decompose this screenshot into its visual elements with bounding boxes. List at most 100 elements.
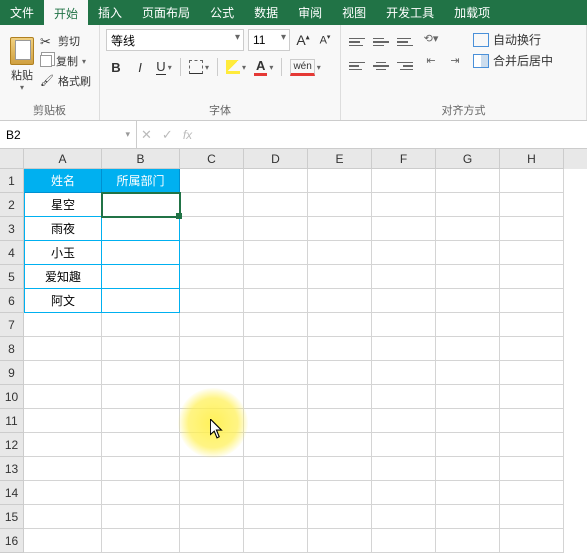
fx-button[interactable]: fx xyxy=(183,128,192,142)
cell[interactable] xyxy=(372,385,436,409)
cell[interactable] xyxy=(180,169,244,193)
tab-data[interactable]: 数据 xyxy=(244,0,288,25)
cell[interactable] xyxy=(436,409,500,433)
cell[interactable] xyxy=(372,313,436,337)
row-header[interactable]: 8 xyxy=(0,337,24,361)
cell[interactable] xyxy=(308,265,372,289)
cell[interactable] xyxy=(436,265,500,289)
cell[interactable] xyxy=(102,409,180,433)
align-right-button[interactable] xyxy=(395,57,415,75)
tab-review[interactable]: 审阅 xyxy=(288,0,332,25)
cell[interactable] xyxy=(436,241,500,265)
cell[interactable] xyxy=(372,217,436,241)
name-box[interactable]: B2 xyxy=(0,121,137,148)
cell[interactable]: 姓名 xyxy=(24,169,102,193)
cell[interactable] xyxy=(180,433,244,457)
cell[interactable] xyxy=(244,169,308,193)
cell[interactable] xyxy=(102,265,180,289)
phonetic-button[interactable]: wén▾ xyxy=(288,57,322,77)
cell[interactable] xyxy=(500,385,564,409)
cell[interactable] xyxy=(244,481,308,505)
formula-input[interactable] xyxy=(196,121,587,148)
cell[interactable]: 小玉 xyxy=(24,241,102,265)
cell[interactable] xyxy=(500,481,564,505)
font-name-select[interactable] xyxy=(106,29,244,51)
row-header[interactable]: 14 xyxy=(0,481,24,505)
cell[interactable] xyxy=(372,265,436,289)
cell[interactable]: 星空 xyxy=(24,193,102,217)
increase-indent-button[interactable]: ⇥ xyxy=(445,51,465,69)
cell[interactable] xyxy=(500,217,564,241)
cell[interactable] xyxy=(372,361,436,385)
cell[interactable] xyxy=(308,169,372,193)
cell[interactable] xyxy=(308,505,372,529)
cell[interactable] xyxy=(500,337,564,361)
cell[interactable] xyxy=(244,241,308,265)
cell[interactable] xyxy=(244,337,308,361)
fill-color-button[interactable]: ▾ xyxy=(224,57,248,77)
cell[interactable] xyxy=(102,385,180,409)
cancel-icon[interactable]: ✕ xyxy=(141,127,152,143)
cell[interactable] xyxy=(500,505,564,529)
cell[interactable] xyxy=(372,481,436,505)
col-header-G[interactable]: G xyxy=(436,149,500,169)
cell[interactable] xyxy=(436,385,500,409)
cell[interactable] xyxy=(180,289,244,313)
cell[interactable] xyxy=(244,193,308,217)
italic-button[interactable]: I xyxy=(130,57,150,77)
cell[interactable]: 阿文 xyxy=(24,289,102,313)
align-middle-button[interactable] xyxy=(371,33,391,51)
cell[interactable] xyxy=(102,217,180,241)
cell[interactable] xyxy=(24,457,102,481)
cell[interactable] xyxy=(500,193,564,217)
row-header[interactable]: 15 xyxy=(0,505,24,529)
select-all-corner[interactable] xyxy=(0,149,24,169)
cell[interactable] xyxy=(308,313,372,337)
col-header-B[interactable]: B xyxy=(102,149,180,169)
copy-button[interactable]: 复制 ▾ xyxy=(40,53,91,69)
cell[interactable] xyxy=(308,193,372,217)
cell[interactable] xyxy=(372,409,436,433)
cell[interactable] xyxy=(308,457,372,481)
decrease-indent-button[interactable]: ⇤ xyxy=(421,51,441,69)
cell[interactable] xyxy=(102,433,180,457)
cell[interactable] xyxy=(308,433,372,457)
cell[interactable] xyxy=(244,289,308,313)
cell[interactable] xyxy=(436,289,500,313)
row-header[interactable]: 13 xyxy=(0,457,24,481)
format-painter-button[interactable]: 格式刷 xyxy=(40,73,91,89)
cell[interactable] xyxy=(244,529,308,553)
row-header[interactable]: 16 xyxy=(0,529,24,553)
cell[interactable] xyxy=(24,481,102,505)
cell[interactable] xyxy=(24,409,102,433)
row-header[interactable]: 4 xyxy=(0,241,24,265)
align-bottom-button[interactable] xyxy=(395,33,415,51)
cell[interactable] xyxy=(24,313,102,337)
cell[interactable] xyxy=(180,337,244,361)
cell[interactable] xyxy=(308,481,372,505)
cell[interactable] xyxy=(436,433,500,457)
cell[interactable] xyxy=(372,169,436,193)
row-header[interactable]: 7 xyxy=(0,313,24,337)
cell[interactable] xyxy=(180,217,244,241)
align-top-button[interactable] xyxy=(347,33,367,51)
cell[interactable] xyxy=(180,529,244,553)
tab-addins[interactable]: 加载项 xyxy=(444,0,500,25)
cell[interactable] xyxy=(436,361,500,385)
cell[interactable] xyxy=(436,313,500,337)
cell[interactable] xyxy=(180,193,244,217)
cell[interactable]: 所属部门 xyxy=(102,169,180,193)
tab-view[interactable]: 视图 xyxy=(332,0,376,25)
cell[interactable] xyxy=(24,385,102,409)
row-header[interactable]: 3 xyxy=(0,217,24,241)
col-header-F[interactable]: F xyxy=(372,149,436,169)
cell[interactable] xyxy=(102,241,180,265)
cell[interactable] xyxy=(102,193,180,217)
cell[interactable] xyxy=(24,337,102,361)
cell[interactable] xyxy=(436,457,500,481)
row-header[interactable]: 1 xyxy=(0,169,24,193)
cell[interactable] xyxy=(308,337,372,361)
cell[interactable] xyxy=(244,409,308,433)
tab-formula[interactable]: 公式 xyxy=(200,0,244,25)
align-left-button[interactable] xyxy=(347,57,367,75)
